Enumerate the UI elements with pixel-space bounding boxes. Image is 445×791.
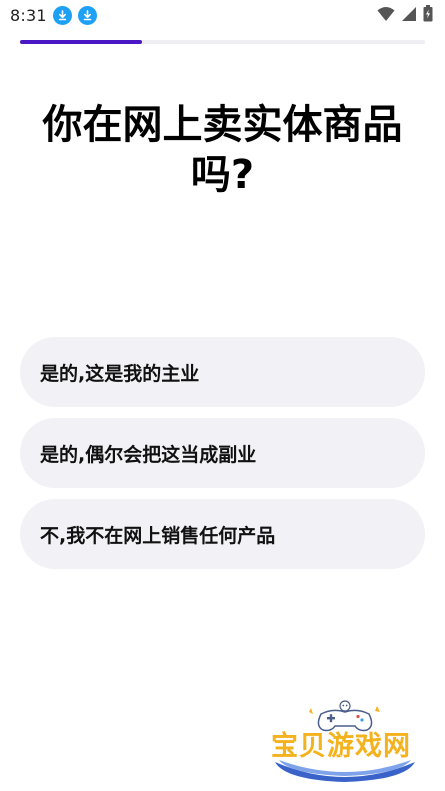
progress-fill bbox=[20, 40, 142, 44]
status-time: 8:31 bbox=[10, 5, 47, 25]
answer-options: 是的,这是我的主业 是的,偶尔会把这当成副业 不,我不在网上销售任何产品 bbox=[20, 337, 425, 569]
system-icons bbox=[377, 5, 433, 22]
question-title: 你在网上卖实体商品吗? bbox=[42, 102, 403, 198]
watermark-url: baobeiy.com bbox=[305, 753, 375, 766]
option-side-business[interactable]: 是的,偶尔会把这当成副业 bbox=[20, 418, 425, 488]
progress-bar bbox=[20, 40, 425, 44]
signal-icon bbox=[402, 6, 416, 21]
download-icon bbox=[77, 5, 97, 25]
download-icon bbox=[52, 5, 72, 25]
status-bar: 8:31 bbox=[0, 0, 445, 30]
watermark-logo: 宝贝游戏网 baobeiy.com bbox=[265, 700, 425, 784]
option-main-business[interactable]: 是的,这是我的主业 bbox=[20, 337, 425, 407]
wifi-icon bbox=[377, 6, 395, 21]
screen: 8:31 你在网上卖实体商品吗? 是的,这是我的主业 是的,偶尔会把这当成副业 … bbox=[0, 0, 445, 791]
option-no-selling[interactable]: 不,我不在网上销售任何产品 bbox=[20, 499, 425, 569]
battery-icon bbox=[423, 5, 433, 22]
